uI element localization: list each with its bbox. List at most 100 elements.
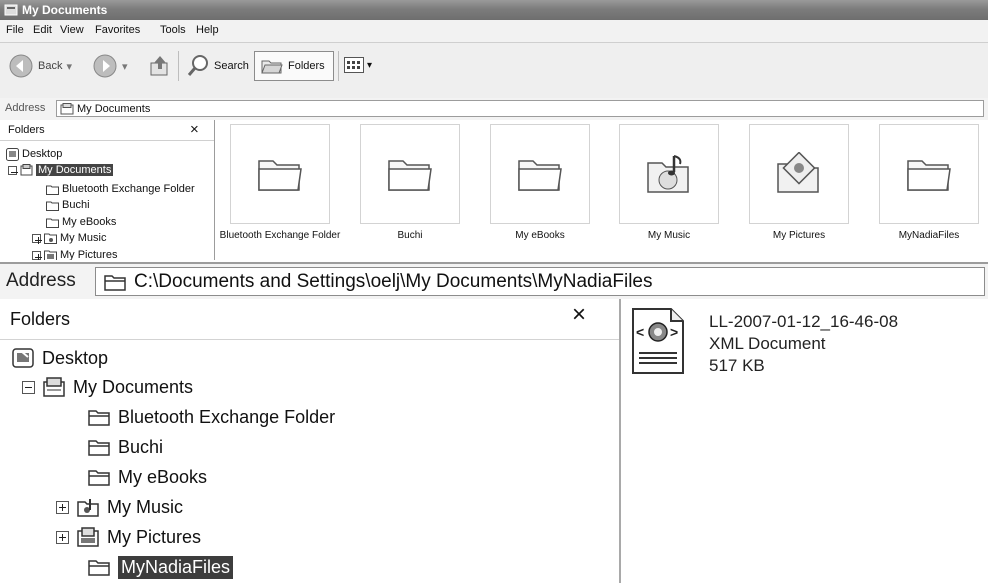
- toolbar-separator: [178, 51, 179, 81]
- folder-icon: [46, 200, 59, 211]
- folder-icon: [255, 154, 305, 194]
- folder-icon: [515, 154, 565, 194]
- up-folder-icon: [148, 53, 172, 79]
- tree-item-my-music[interactable]: My Music: [32, 230, 106, 246]
- folder-icon: [88, 558, 110, 576]
- search-icon: [186, 53, 210, 79]
- tree-item-my-documents[interactable]: My Documents: [8, 162, 114, 178]
- tree-item-desktop[interactable]: Desktop: [6, 146, 62, 162]
- folder-icon: [904, 154, 954, 194]
- tile-thumbnail: [879, 124, 979, 224]
- folder-icon: [46, 184, 59, 195]
- folders-button[interactable]: Folders: [254, 51, 334, 81]
- forward-button[interactable]: ▾: [92, 53, 128, 79]
- tree-item-desktop[interactable]: Desktop: [12, 344, 108, 372]
- tree-item-my-pictures[interactable]: My Pictures: [32, 247, 117, 260]
- folders-icon: [261, 57, 283, 75]
- search-label: Search: [214, 60, 249, 72]
- menu-view[interactable]: View: [60, 24, 84, 36]
- window-title: My Documents: [22, 3, 108, 17]
- file-item[interactable]: < > LL-2007-01-12_16-46-08 XML Document …: [631, 307, 898, 377]
- tile-thumbnail: [360, 124, 460, 224]
- address-label: Address: [5, 102, 46, 114]
- music-folder-icon: [644, 152, 694, 196]
- tile-thumbnail: [230, 124, 330, 224]
- xml-file-icon: < >: [631, 307, 685, 377]
- tree-item-label: Buchi: [118, 436, 164, 457]
- forward-arrow-icon: [92, 53, 118, 79]
- menu-favorites[interactable]: Favorites: [95, 24, 140, 36]
- tree-item-label: Bluetooth Exchange Folder: [62, 183, 195, 195]
- tile-label: Bluetooth Exchange Folder: [219, 230, 341, 241]
- my-documents-icon: [60, 102, 74, 115]
- tree-item-bluetooth[interactable]: Bluetooth Exchange Folder: [46, 181, 195, 197]
- tree-item-label: My Documents: [73, 376, 194, 397]
- menu-tools[interactable]: Tools: [160, 24, 186, 36]
- tree-item-label: My eBooks: [118, 466, 208, 487]
- menu-help[interactable]: Help: [196, 24, 219, 36]
- close-icon[interactable]: ×: [190, 121, 199, 138]
- folder-icon: [385, 154, 435, 194]
- tree-item-my-documents[interactable]: My Documents: [22, 373, 193, 401]
- back-label: Back: [38, 60, 63, 72]
- forward-dropdown-icon[interactable]: ▾: [122, 60, 128, 73]
- folder-icon: [88, 468, 110, 486]
- tree-item-mynadiafiles[interactable]: MyNadiaFiles: [88, 553, 234, 581]
- expand-icon[interactable]: [56, 500, 69, 514]
- tree-item-label: My Documents: [36, 164, 114, 176]
- views-icon: [344, 57, 364, 73]
- tree-item-my-music[interactable]: My Music: [56, 493, 183, 521]
- pictures-folder-icon: [774, 152, 824, 196]
- folder-icon: [104, 273, 126, 291]
- tree-item-label: Desktop: [42, 347, 109, 368]
- menu-edit[interactable]: Edit: [33, 24, 52, 36]
- folder-view-large: < > LL-2007-01-12_16-46-08 XML Document …: [621, 299, 988, 583]
- expand-icon[interactable]: [32, 233, 42, 244]
- views-dropdown-icon: ▾: [367, 59, 373, 71]
- tile-thumbnail: [490, 124, 590, 224]
- tree-item-my-ebooks[interactable]: My eBooks: [88, 463, 207, 491]
- address-field[interactable]: My Documents: [56, 100, 984, 117]
- collapse-icon[interactable]: [8, 165, 18, 175]
- pictures-folder-icon: [77, 527, 99, 547]
- collapse-icon[interactable]: [22, 380, 35, 394]
- back-arrow-icon: [8, 53, 34, 79]
- tree-item-label: My Pictures: [60, 249, 118, 260]
- address-bar-large: Address C:\Documents and Settings\oelj\M…: [0, 262, 988, 301]
- expand-icon[interactable]: [56, 530, 69, 544]
- tile-thumbnail: [749, 124, 849, 224]
- tree-item-label: Desktop: [22, 148, 63, 160]
- tree-item-my-ebooks[interactable]: My eBooks: [46, 214, 116, 230]
- tree-item-label: My Pictures: [107, 526, 202, 547]
- title-bar: My Documents: [0, 0, 988, 20]
- close-icon[interactable]: ×: [572, 301, 586, 329]
- folder-icon: [46, 217, 59, 228]
- my-documents-icon: [43, 377, 65, 397]
- folders-pane-large: Folders × Desktop My Documents Bluetooth…: [0, 299, 621, 583]
- tree-item-label: My Music: [60, 232, 107, 244]
- tile-label: MyNadiaFiles: [898, 230, 960, 241]
- tile-label: Buchi: [397, 230, 423, 241]
- tree-item-buchi[interactable]: Buchi: [46, 197, 90, 213]
- back-dropdown-icon[interactable]: ▾: [66, 60, 72, 73]
- views-button[interactable]: ▾: [344, 57, 372, 73]
- tile-label: My eBooks: [515, 230, 565, 241]
- file-type: XML Document: [709, 334, 826, 353]
- search-button[interactable]: Search: [186, 53, 249, 79]
- expand-icon[interactable]: [32, 250, 42, 260]
- address-field[interactable]: C:\Documents and Settings\oelj\My Docume…: [95, 267, 985, 296]
- tree-item-buchi[interactable]: Buchi: [88, 433, 163, 461]
- address-label: Address: [6, 270, 76, 291]
- address-bar-small: Address My Documents: [0, 98, 988, 121]
- up-folder-button[interactable]: [148, 53, 172, 79]
- desktop-icon: [12, 348, 34, 368]
- menu-file[interactable]: File: [6, 24, 24, 36]
- tree-item-bluetooth[interactable]: Bluetooth Exchange Folder: [88, 403, 335, 431]
- folders-pane-header: Folders ×: [0, 299, 619, 340]
- music-folder-icon: [77, 497, 99, 517]
- back-button[interactable]: Back ▾: [8, 53, 72, 79]
- folder-icon: [88, 438, 110, 456]
- tree-item-my-pictures[interactable]: My Pictures: [56, 523, 201, 551]
- tile-label: My Music: [647, 230, 691, 241]
- menu-bar: File Edit View Favorites Tools Help: [0, 20, 988, 43]
